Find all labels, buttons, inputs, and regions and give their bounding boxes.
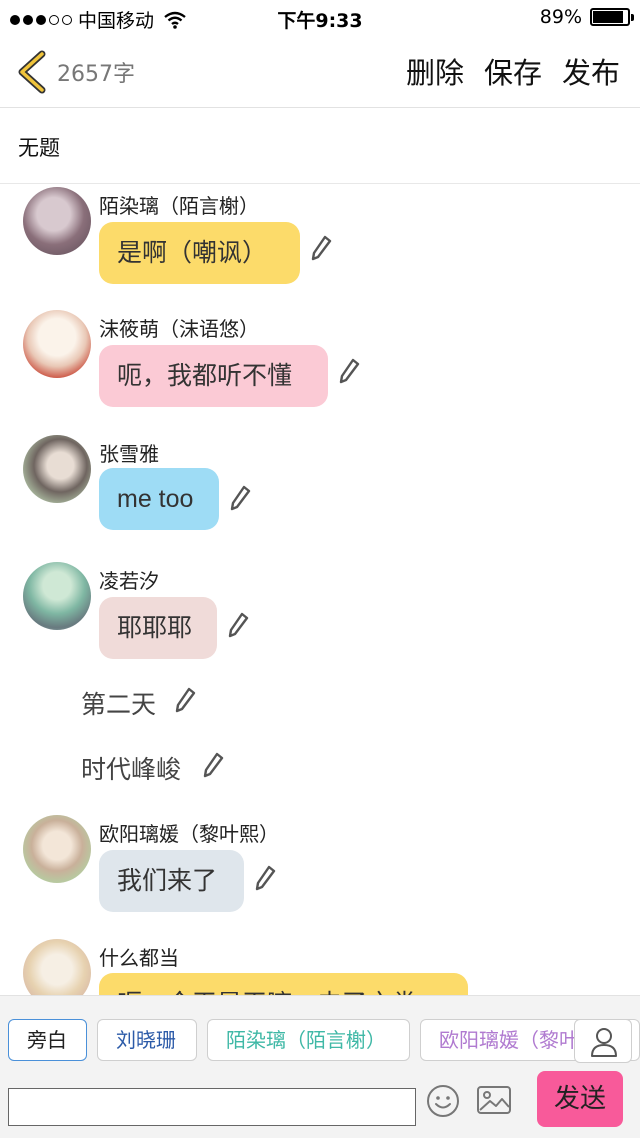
speaker-name: 陌染璃（陌言榭） (99, 194, 259, 218)
avatar[interactable] (23, 939, 91, 995)
word-count: 2657字 (57, 62, 135, 87)
avatar[interactable] (23, 187, 91, 255)
person-icon[interactable] (574, 1019, 632, 1063)
role-chip-narrator[interactable]: 旁白 (8, 1019, 87, 1061)
chat-area[interactable]: 陌染璃（陌言榭） 是啊（嘲讽） 沫筱萌（沫语悠） 呃，我都听不懂 张雪雅 me … (0, 185, 640, 995)
role-chip[interactable]: 陌染璃（陌言榭） (207, 1019, 410, 1061)
role-selector: 旁白 刘晓珊 陌染璃（陌言榭） 欧阳璃媛（黎叶熙） (0, 996, 640, 1072)
role-chip[interactable]: 刘晓珊 (97, 1019, 197, 1061)
pencil-icon[interactable] (254, 865, 276, 891)
battery-fill (593, 11, 624, 23)
battery-icon (590, 8, 634, 26)
message-bubble[interactable]: 是啊（嘲讽） (99, 222, 300, 284)
message-input[interactable] (8, 1088, 416, 1126)
pencil-icon[interactable] (174, 687, 196, 713)
narration-text[interactable]: 时代峰峻 (81, 750, 181, 786)
message-bubble[interactable]: me too (99, 468, 219, 530)
speaker-name: 欧阳璃媛（黎叶熙） (99, 822, 279, 846)
speaker-name: 张雪雅 (99, 442, 159, 466)
avatar[interactable] (23, 562, 91, 630)
nav-bar: 2657字 删除 保存 发布 (0, 36, 640, 108)
message-bubble[interactable]: 我们来了 (99, 850, 244, 912)
title-row[interactable]: 无题 (0, 108, 640, 184)
pencil-icon[interactable] (310, 235, 332, 261)
pencil-icon[interactable] (338, 358, 360, 384)
nav-actions: 删除 保存 发布 (406, 50, 620, 92)
message-bubble[interactable]: 耶耶耶 (99, 597, 217, 659)
narration-text[interactable]: 第二天 (81, 685, 156, 721)
publish-button[interactable]: 发布 (562, 50, 620, 92)
status-bar: 中国移动 下午9:33 89% (0, 0, 640, 36)
avatar[interactable] (23, 435, 91, 503)
battery-percent: 89% (539, 6, 582, 28)
message-bubble[interactable]: 呃，我都听不懂 (99, 345, 328, 407)
chevron-left-icon[interactable] (14, 50, 48, 94)
smiley-icon[interactable] (426, 1084, 460, 1118)
speaker-name: 沫筱萌（沫语悠） (99, 317, 259, 341)
avatar[interactable] (23, 815, 91, 883)
pencil-icon[interactable] (229, 485, 251, 511)
message-bubble[interactable]: 呃，今天是干嘛，去了之类 (99, 973, 468, 995)
image-icon[interactable] (476, 1085, 512, 1115)
send-button[interactable]: 发送 (537, 1071, 623, 1127)
delete-button[interactable]: 删除 (406, 50, 464, 92)
pencil-icon[interactable] (202, 752, 224, 778)
document-title[interactable]: 无题 (18, 132, 60, 162)
avatar[interactable] (23, 310, 91, 378)
composer-toolbar: 旁白 刘晓珊 陌染璃（陌言榭） 欧阳璃媛（黎叶熙） 发送 (0, 995, 640, 1138)
speaker-name: 什么都当 (99, 946, 179, 970)
save-button[interactable]: 保存 (484, 50, 542, 92)
pencil-icon[interactable] (227, 612, 249, 638)
speaker-name: 凌若汐 (99, 569, 159, 593)
status-right: 89% (539, 6, 634, 28)
